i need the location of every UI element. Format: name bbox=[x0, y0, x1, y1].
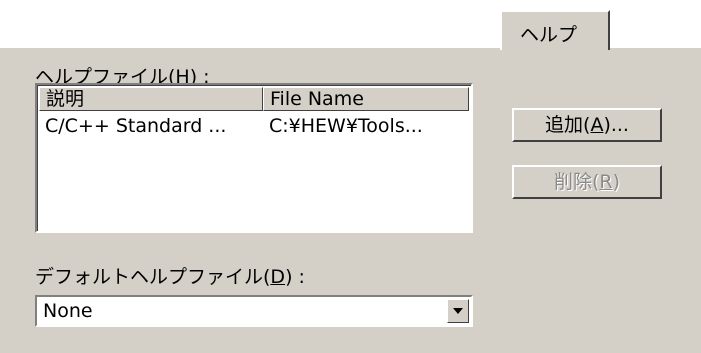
default-help-file-label: デフォルトヘルプファイル(D) : bbox=[35, 266, 305, 288]
add-button[interactable]: 追加(A)... bbox=[512, 108, 662, 142]
help-settings-dialog: ヘルプ ヘルプファイル(H) : 説明 File Name C/C++ Stan… bbox=[0, 0, 701, 353]
help-files-list[interactable]: 説明 File Name C/C++ Standard ... C:¥HEW¥T… bbox=[35, 83, 473, 233]
default-help-file-select[interactable]: None bbox=[35, 295, 473, 327]
list-item-file-name: C:¥HEW¥Tools... bbox=[269, 115, 423, 137]
column-header-file-name[interactable]: File Name bbox=[263, 87, 469, 111]
tab-help-label: ヘルプ bbox=[520, 24, 578, 46]
tab-help[interactable]: ヘルプ bbox=[500, 10, 610, 50]
dropdown-button[interactable] bbox=[447, 299, 469, 323]
chevron-down-icon bbox=[453, 308, 463, 314]
column-header-description[interactable]: 説明 bbox=[39, 87, 263, 111]
default-help-file-value: None bbox=[43, 300, 93, 322]
list-item-description: C/C++ Standard ... bbox=[45, 115, 227, 137]
remove-button[interactable]: 削除(R) bbox=[512, 165, 662, 199]
